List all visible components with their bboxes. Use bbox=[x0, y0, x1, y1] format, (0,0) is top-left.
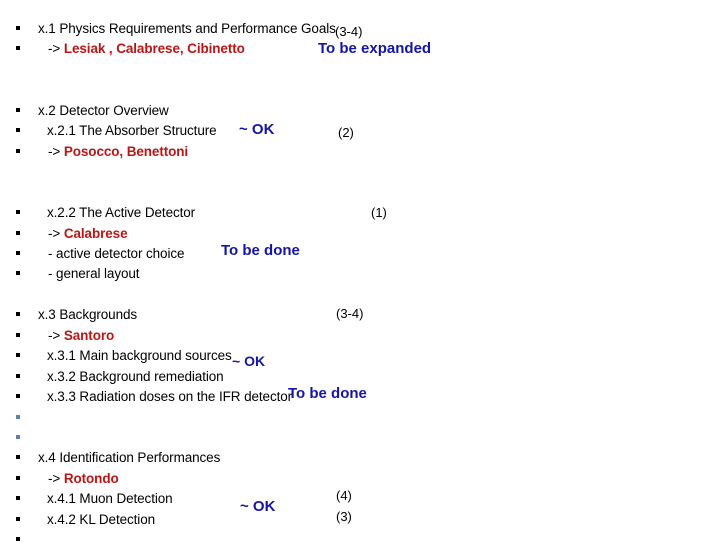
arrow-marker: -> bbox=[48, 41, 64, 57]
outline-row[interactable]: -> Calabrese bbox=[0, 223, 720, 244]
bullet-icon bbox=[16, 148, 20, 153]
outline-item-label: x.4.2 KL Detection bbox=[47, 511, 156, 527]
bullet-icon bbox=[16, 516, 20, 521]
outline-row[interactable]: -> Rotondo bbox=[0, 468, 720, 489]
page-count-label: (1) bbox=[371, 205, 387, 220]
outline-item-label: - active detector choice bbox=[48, 245, 185, 261]
bullet-icon bbox=[16, 128, 20, 133]
name-text: Lesiak , Calabrese, Cibinetto bbox=[63, 41, 245, 57]
outline-item-label: x.2.1 The Absorber Structure bbox=[47, 123, 217, 139]
page-count-label: (4) bbox=[336, 488, 352, 503]
outline-row[interactable] bbox=[0, 161, 720, 182]
page-count-label: (3) bbox=[336, 509, 352, 524]
outline-row[interactable]: x.3.1 Main background sources bbox=[0, 345, 720, 366]
outline-item-label: x.2 Detector Overview bbox=[38, 102, 169, 118]
outline-row[interactable] bbox=[0, 284, 720, 305]
name-text: Posocco, Benettoni bbox=[63, 143, 189, 159]
status-annotation: To be expanded bbox=[318, 40, 432, 57]
responsible-name: -> Santoro bbox=[48, 325, 114, 346]
bullet-icon bbox=[16, 312, 20, 317]
outline-item-label: x.4 Identification Performances bbox=[38, 450, 221, 466]
outline-item-label: x.2.2 The Active Detector bbox=[47, 205, 196, 221]
name-text: Rotondo bbox=[63, 470, 119, 486]
outline-row[interactable] bbox=[0, 79, 720, 100]
bullet-icon bbox=[16, 475, 20, 480]
bullet-icon bbox=[16, 496, 20, 501]
responsible-name: -> Rotondo bbox=[48, 468, 119, 489]
bullet-icon bbox=[16, 435, 20, 439]
outline-row[interactable]: x.2.2 The Active Detector bbox=[0, 202, 720, 223]
slide-canvas: x.1 Physics Requirements and Performance… bbox=[0, 0, 720, 542]
page-count-label: (3-4) bbox=[336, 306, 364, 321]
outline-item-label: x.3.1 Main background sources bbox=[47, 348, 232, 364]
name-text: Calabrese bbox=[63, 225, 128, 241]
bullet-icon bbox=[16, 414, 20, 419]
bullet-icon bbox=[16, 26, 20, 30]
outline-row[interactable]: x.4 Identification Performances bbox=[0, 447, 720, 468]
responsible-name: -> Calabrese bbox=[48, 223, 128, 244]
bullet-icon bbox=[16, 455, 20, 460]
bullet-icon bbox=[16, 230, 20, 235]
bullet-icon bbox=[16, 250, 20, 255]
outline-row[interactable] bbox=[0, 427, 720, 448]
bullet-icon bbox=[16, 210, 20, 215]
outline-item-label: x.3.3 Radiation doses on the IFR detecto… bbox=[47, 389, 293, 405]
outline-item-label: - general layout bbox=[48, 266, 140, 282]
outline-row[interactable] bbox=[0, 182, 720, 203]
outline-row[interactable]: -> Posocco, Benettoni bbox=[0, 141, 720, 162]
outline-row[interactable] bbox=[0, 59, 720, 80]
arrow-marker: -> bbox=[48, 143, 64, 159]
bullet-icon bbox=[16, 332, 20, 337]
bullet-icon bbox=[16, 46, 20, 51]
outline-row[interactable] bbox=[0, 407, 720, 428]
outline-row[interactable]: x.2.1 The Absorber Structure bbox=[0, 120, 720, 141]
outline-row[interactable]: x.4.1 Muon Detection bbox=[0, 488, 720, 509]
bullet-icon bbox=[16, 537, 20, 542]
bullet-icon bbox=[16, 373, 20, 378]
outline-row[interactable]: -> Santoro bbox=[0, 325, 720, 346]
bullet-icon bbox=[16, 271, 20, 276]
outline-row[interactable]: - active detector choice bbox=[0, 243, 720, 264]
bullet-icon bbox=[16, 107, 20, 112]
arrow-marker: -> bbox=[48, 225, 64, 241]
page-count-label: (2) bbox=[338, 125, 354, 140]
bullet-icon bbox=[16, 394, 20, 399]
responsible-name: -> Posocco, Benettoni bbox=[48, 141, 188, 162]
outline-item-label: x.1 Physics Requirements and Performance… bbox=[38, 21, 336, 36]
status-annotation: ~ OK bbox=[232, 353, 266, 369]
outline-item-label: x.4.1 Muon Detection bbox=[47, 491, 173, 507]
status-annotation: ~ OK bbox=[239, 121, 275, 138]
outline-row[interactable]: x.4.2 KL Detection bbox=[0, 509, 720, 530]
arrow-marker: -> bbox=[48, 470, 64, 486]
outline-item-label: x.3.2 Background remediation bbox=[47, 368, 224, 384]
status-annotation: To be done bbox=[288, 385, 367, 402]
outline-row[interactable]: x.2 Detector Overview bbox=[0, 100, 720, 121]
bullet-icon bbox=[16, 353, 20, 358]
status-annotation: ~ OK bbox=[240, 498, 276, 515]
arrow-marker: -> bbox=[48, 327, 64, 343]
name-text: Santoro bbox=[63, 327, 115, 343]
status-annotation: To be done bbox=[221, 242, 300, 259]
outline-row[interactable]: - general layout bbox=[0, 263, 720, 284]
responsible-name: -> Lesiak , Calabrese, Cibinetto bbox=[48, 38, 245, 59]
outline-item-label: x.3 Backgrounds bbox=[38, 307, 138, 323]
